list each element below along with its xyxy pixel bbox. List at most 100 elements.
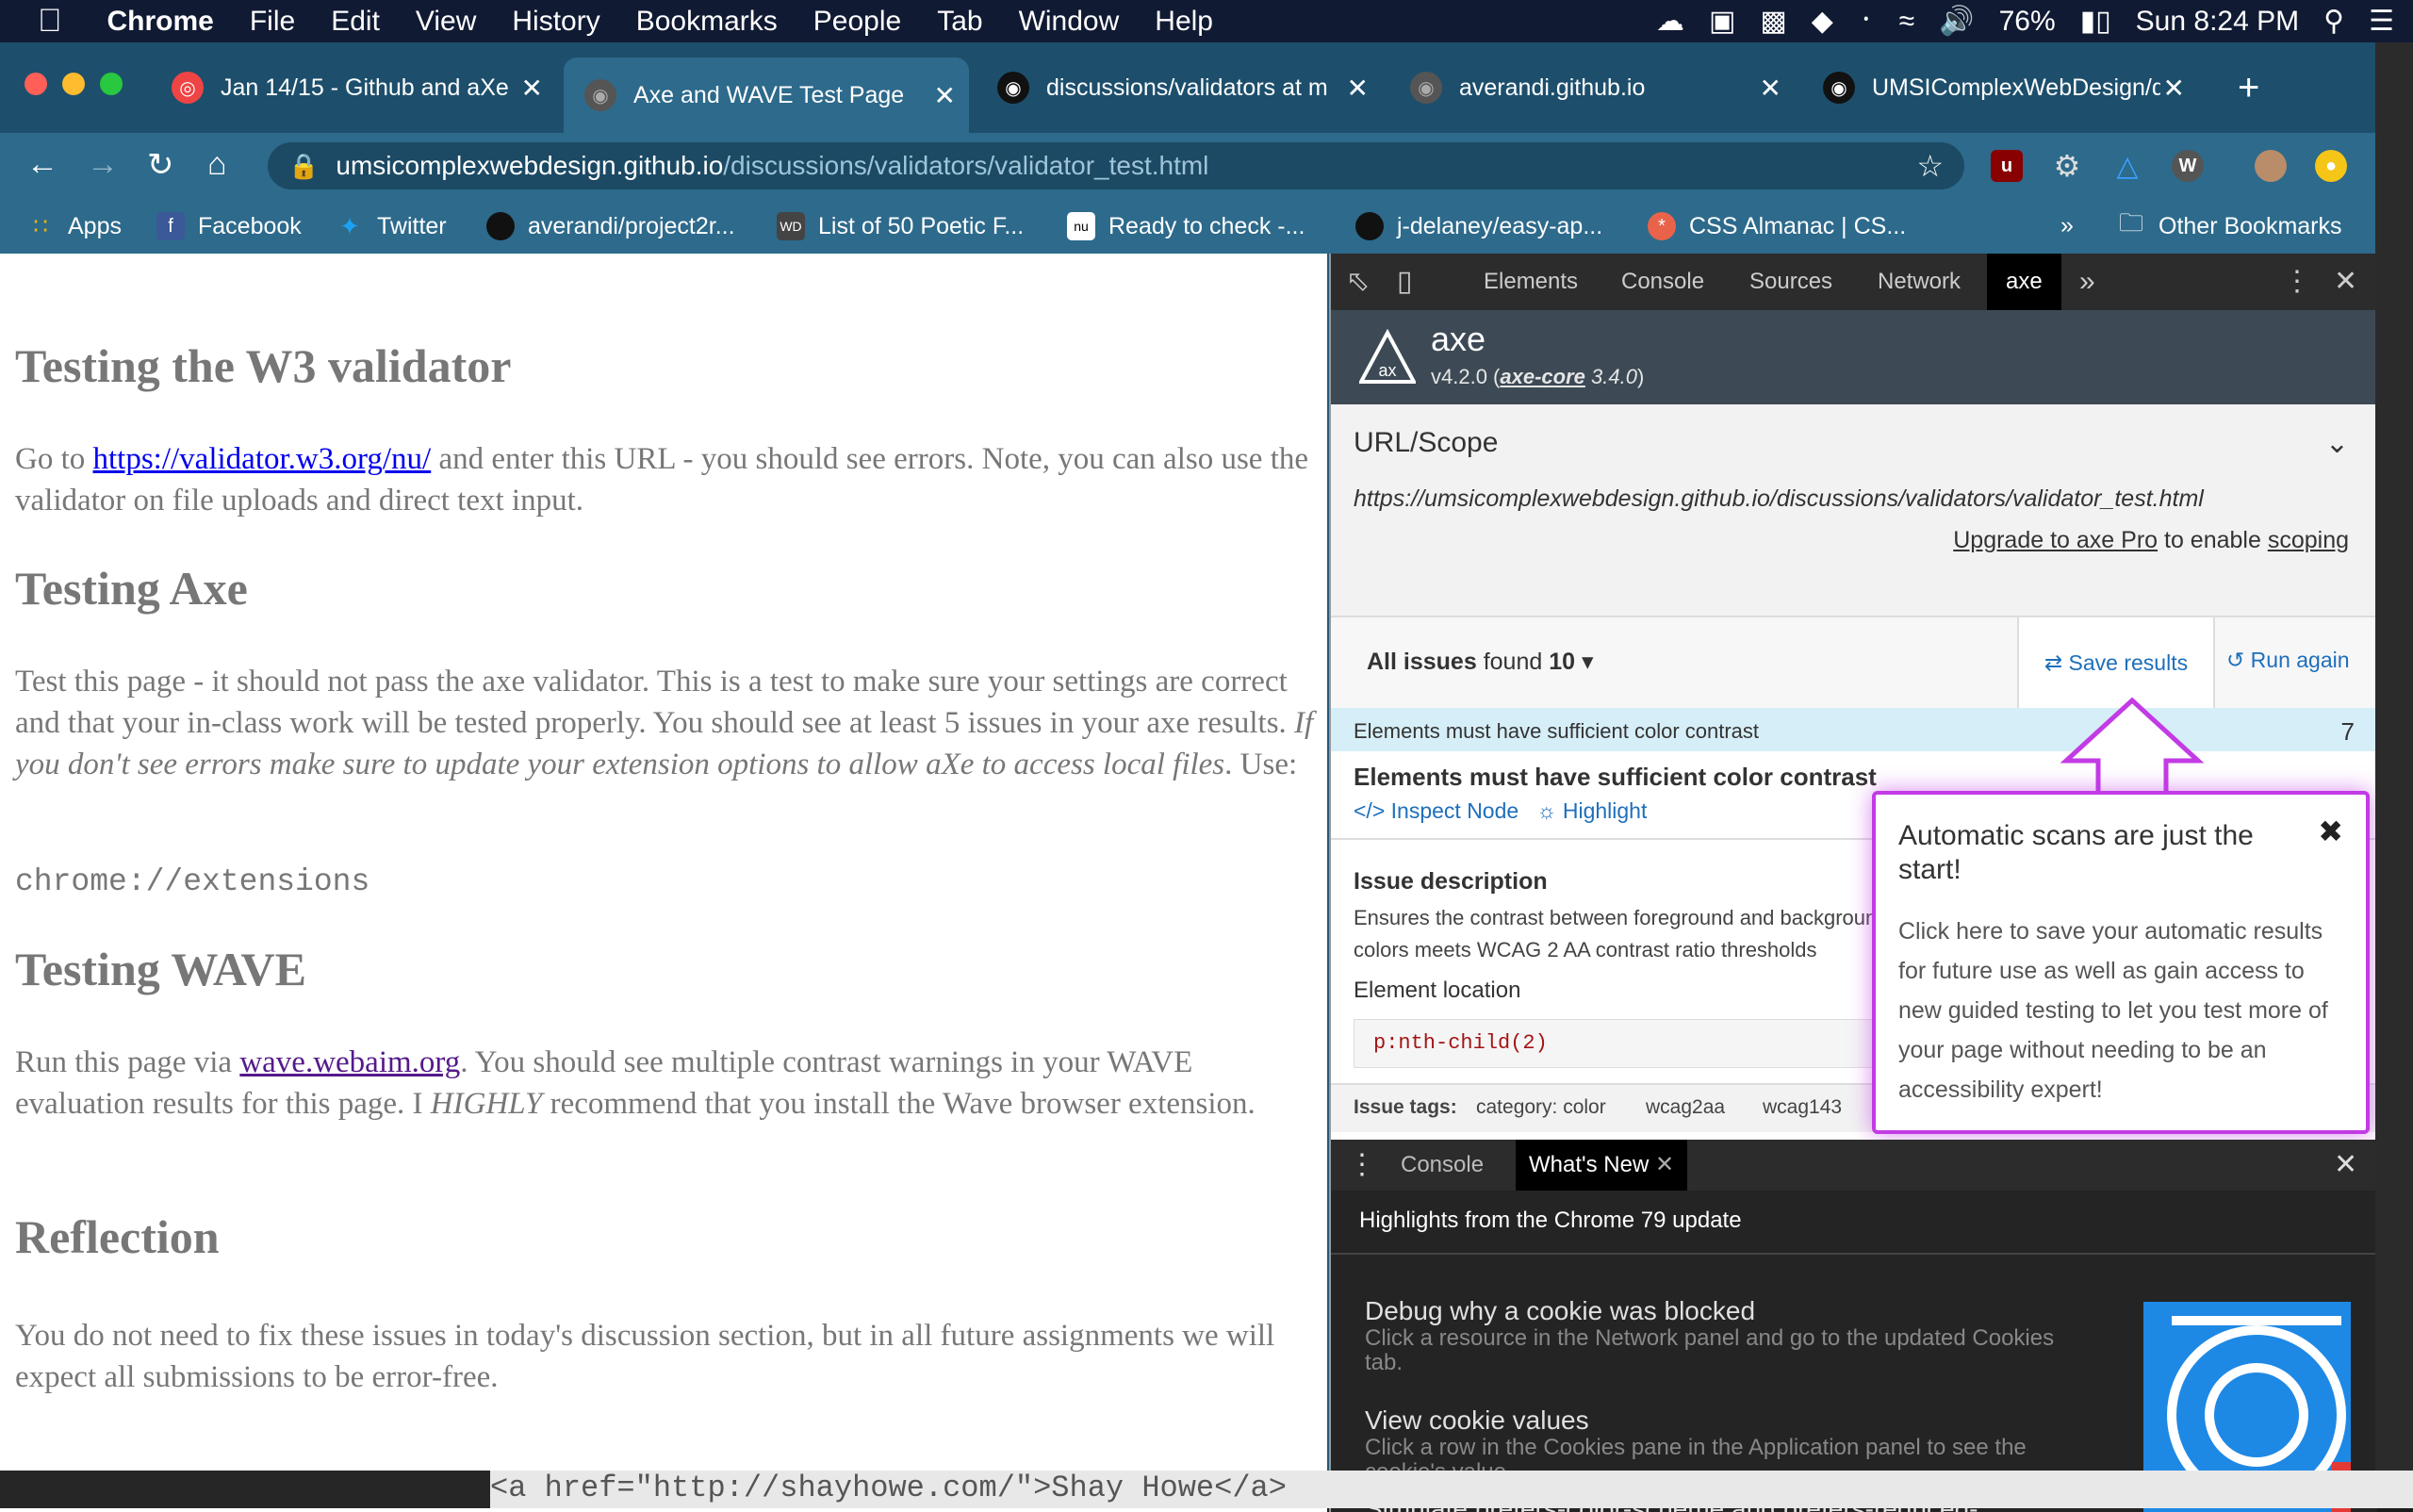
- update-icon[interactable]: ●: [2315, 150, 2347, 182]
- bookmark-other-bookmarks[interactable]: 🗀 Other Bookmarks: [2117, 208, 2342, 240]
- address-bar[interactable]: 🔒 umsicomplexwebdesign.github.io/discuss…: [268, 142, 1964, 189]
- wave-link[interactable]: wave.webaim.org: [239, 1045, 460, 1079]
- drawer-menu-icon[interactable]: ⋮: [1348, 1140, 1376, 1191]
- spotlight-icon[interactable]: ⚲: [2323, 5, 2344, 38]
- menu-people[interactable]: People: [813, 6, 901, 38]
- ublock-icon[interactable]: u: [1991, 150, 2023, 182]
- bookmark-css-almanac[interactable]: * CSS Almanac | CS...: [1648, 212, 1906, 240]
- close-callout-icon[interactable]: ✖: [2318, 814, 2343, 849]
- bookmark-apps[interactable]: ∷ Apps: [26, 212, 122, 240]
- notification-icon[interactable]: ▣: [1709, 5, 1735, 38]
- menu-view[interactable]: View: [416, 6, 476, 38]
- tab-console[interactable]: Console: [1621, 254, 1704, 310]
- drawer-tab-whats-new[interactable]: What's New ✕: [1516, 1140, 1688, 1191]
- bookmark-averandi-project2[interactable]: averandi/project2r...: [486, 212, 735, 240]
- tab-network[interactable]: Network: [1878, 254, 1961, 310]
- folder-icon: 🗀: [2118, 208, 2143, 237]
- zoom-window-button[interactable]: [100, 73, 123, 95]
- inspect-node-button[interactable]: </> Inspect Node: [1354, 798, 1518, 823]
- inspect-element-icon[interactable]: ⬁: [1346, 254, 1370, 310]
- menu-edit[interactable]: Edit: [331, 6, 380, 38]
- background-code-line: <a href="http://shayhowe.com/">Shay Howe…: [490, 1471, 2413, 1508]
- run-again-button[interactable]: ↺ Run again: [2226, 648, 2350, 673]
- lock-icon[interactable]: 🔒: [288, 152, 319, 181]
- close-tab-icon[interactable]: ✕: [1760, 73, 1781, 104]
- tab-axe-wave-test-page[interactable]: ◉ Axe and WAVE Test Page ✕: [564, 58, 969, 133]
- axe-core-link[interactable]: axe-core: [1500, 365, 1585, 388]
- tab-axe[interactable]: axe: [1987, 254, 2061, 310]
- bi-icon[interactable]: ▩: [1760, 5, 1786, 38]
- settings-extension-icon[interactable]: ⚙: [2051, 149, 2083, 183]
- devtools-menu-icon[interactable]: ⋮: [2283, 254, 2311, 310]
- wifi-icon[interactable]: ≈: [1899, 6, 1914, 38]
- forward-icon[interactable]: →: [87, 146, 119, 183]
- wave-extension-icon[interactable]: W: [2172, 150, 2204, 182]
- bookmark-ready-to-check[interactable]: nu Ready to check -...: [1067, 212, 1305, 240]
- url-host: umsicomplexwebdesign.github.io: [336, 151, 724, 180]
- target-icon: ◎: [172, 72, 204, 104]
- css-tricks-icon: *: [1648, 212, 1676, 240]
- menu-app-name[interactable]: Chrome: [107, 6, 214, 38]
- issue-description-label: Issue description: [1354, 868, 1548, 895]
- close-drawer-icon[interactable]: ✕: [2334, 1140, 2357, 1191]
- validator-link[interactable]: https://validator.w3.org/nu/: [93, 442, 432, 476]
- creative-cloud-icon[interactable]: ☁: [1656, 5, 1684, 38]
- menu-file[interactable]: File: [250, 6, 295, 38]
- issue-tag: wcag2aa: [1646, 1096, 1726, 1118]
- new-tab-icon[interactable]: +: [2238, 67, 2259, 109]
- volume-icon[interactable]: 🔊: [1939, 5, 1974, 38]
- upgrade-link[interactable]: Upgrade to axe Pro: [1953, 527, 2158, 553]
- issue-group-row[interactable]: Elements must have sufficient color cont…: [1331, 708, 2377, 751]
- more-tabs-icon[interactable]: »: [2079, 254, 2095, 310]
- dropbox-icon[interactable]: ◆: [1812, 5, 1833, 38]
- profile-avatar[interactable]: [2255, 150, 2287, 182]
- tab-umsi-complex-web-design[interactable]: ◉ UMSIComplexWebDesign/d ✕: [1802, 63, 2198, 112]
- menu-window[interactable]: Window: [1019, 6, 1120, 38]
- bookmark-label: Other Bookmarks: [2159, 212, 2342, 239]
- highlight-button[interactable]: ☼ Highlight: [1536, 798, 1647, 823]
- tab-sources[interactable]: Sources: [1749, 254, 1832, 310]
- chevron-down-icon[interactable]: ⌄: [2325, 427, 2349, 460]
- close-tab-icon[interactable]: ✕: [1347, 73, 1369, 104]
- back-icon[interactable]: ←: [26, 146, 58, 183]
- menu-tab[interactable]: Tab: [937, 6, 982, 38]
- onboarding-callout[interactable]: Automatic scans are just the start! ✖ Cl…: [1872, 791, 2370, 1134]
- home-icon[interactable]: ⌂: [207, 146, 227, 183]
- bookmarks-overflow-icon[interactable]: »: [2060, 212, 2074, 239]
- menu-bookmarks[interactable]: Bookmarks: [636, 6, 778, 38]
- drawer-tab-console[interactable]: Console: [1401, 1140, 1484, 1191]
- bluetooth-icon[interactable]: ᛫: [1858, 6, 1875, 38]
- issues-filter-dropdown[interactable]: All issues found 10 ▾: [1367, 648, 1594, 676]
- tab-discussions-validators[interactable]: ◉ discussions/validators at m ✕: [977, 63, 1382, 112]
- control-center-icon[interactable]: ☰: [2369, 5, 2394, 38]
- reload-icon[interactable]: ↻: [147, 146, 174, 184]
- tab-jan-github-axe[interactable]: ◎ Jan 14/15 - Github and aXe ✕: [151, 63, 556, 112]
- close-devtools-icon[interactable]: ✕: [2334, 254, 2357, 310]
- bookmark-star-icon[interactable]: ☆: [1916, 148, 1944, 184]
- axe-extension-icon[interactable]: △: [2111, 150, 2143, 182]
- svg-text:ax: ax: [1378, 361, 1396, 380]
- apple-icon[interactable]: : [38, 3, 62, 40]
- tab-averandi-github-io[interactable]: ◉ averandi.github.io ✕: [1389, 63, 1795, 112]
- minimize-window-button[interactable]: [62, 73, 85, 95]
- close-tab-icon[interactable]: ✕: [934, 80, 956, 111]
- bookmark-twitter[interactable]: ✦ Twitter: [336, 212, 447, 240]
- upgrade-text: Upgrade to axe Pro to enable scoping: [1953, 527, 2349, 554]
- clock[interactable]: Sun 8:24 PM: [2136, 6, 2299, 38]
- background-editor-window: <a href="http://shayhowe.com/">Shay Howe…: [0, 1471, 2413, 1508]
- scoping-link[interactable]: scoping: [2268, 527, 2349, 553]
- close-window-button[interactable]: [25, 73, 47, 95]
- bookmark-facebook[interactable]: f Facebook: [156, 212, 302, 240]
- bookmark-poetic-forms[interactable]: WD List of 50 Poetic F...: [777, 212, 1024, 240]
- close-tab-icon[interactable]: ✕: [2163, 73, 2185, 104]
- news-item[interactable]: Debug why a cookie was blocked Click a r…: [1365, 1296, 2081, 1375]
- twitter-icon: ✦: [339, 211, 360, 240]
- battery-icon[interactable]: ▮▯: [2080, 5, 2111, 38]
- close-tab-icon[interactable]: ✕: [521, 73, 543, 104]
- menu-history[interactable]: History: [512, 6, 599, 38]
- tab-elements[interactable]: Elements: [1484, 254, 1578, 310]
- bookmark-easy-ap[interactable]: j-delaney/easy-ap...: [1355, 212, 1602, 240]
- menu-help[interactable]: Help: [1155, 6, 1213, 38]
- device-toolbar-icon[interactable]: ▯: [1397, 254, 1413, 310]
- close-tab-icon[interactable]: ✕: [1655, 1152, 1674, 1177]
